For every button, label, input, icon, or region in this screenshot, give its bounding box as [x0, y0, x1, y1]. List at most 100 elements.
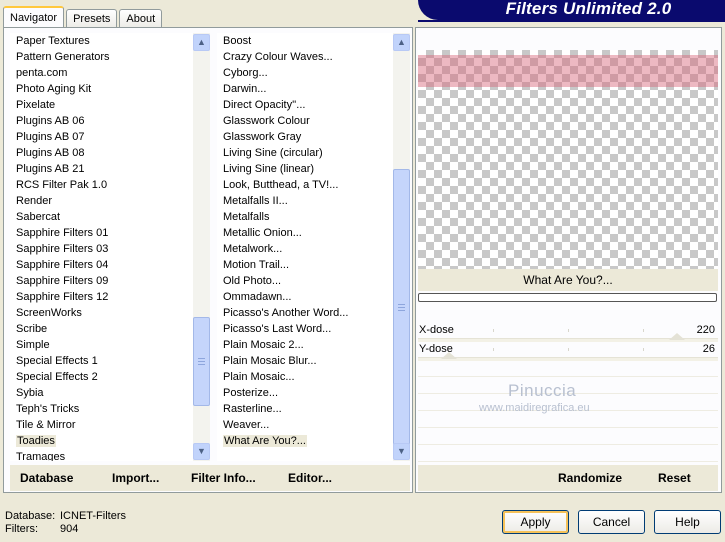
filter-item-label: Look, Butthead, a TV!...	[223, 179, 339, 191]
category-item[interactable]: Sybia	[10, 385, 192, 401]
filter-item[interactable]: Metalfalls II...	[217, 193, 392, 209]
filter-item-label: Old Photo...	[223, 275, 282, 287]
filter-item[interactable]: Living Sine (linear)	[217, 161, 392, 177]
watermark-name: Pinuccia	[508, 381, 577, 400]
category-item[interactable]: penta.com	[10, 65, 192, 81]
filter-item[interactable]: Look, Butthead, a TV!...	[217, 177, 392, 193]
slider-thumb[interactable]	[669, 333, 685, 340]
scroll-down-icon[interactable]: ▼	[193, 443, 210, 460]
category-item[interactable]: Plugins AB 07	[10, 129, 192, 145]
reset-button[interactable]: Reset	[658, 471, 691, 485]
filter-item[interactable]: Ommadawn...	[217, 289, 392, 305]
category-item[interactable]: Plugins AB 08	[10, 145, 192, 161]
help-button[interactable]: Help	[654, 510, 721, 534]
filter-item[interactable]: Living Sine (circular)	[217, 145, 392, 161]
filter-item[interactable]: Metallic Onion...	[217, 225, 392, 241]
filter-item[interactable]: Motion Trail...	[217, 257, 392, 273]
category-item-label: ScreenWorks	[16, 307, 82, 319]
filter-item-label: Picasso's Last Word...	[223, 323, 332, 335]
filter-item[interactable]: Old Photo...	[217, 273, 392, 289]
filter-items: Boost Crazy Colour Waves... Cyborg... Darwi…	[217, 33, 392, 449]
category-item[interactable]: Sapphire Filters 12	[10, 289, 192, 305]
filter-item[interactable]: Rasterline...	[217, 401, 392, 417]
category-item[interactable]: Sabercat	[10, 209, 192, 225]
category-item-label: Sapphire Filters 03	[16, 243, 109, 255]
category-item[interactable]: Scribe	[10, 321, 192, 337]
filter-item[interactable]: Glasswork Colour	[217, 113, 392, 129]
category-scrollbar[interactable]: ▲ ▼	[193, 33, 210, 461]
slider-thumb[interactable]	[441, 352, 457, 359]
tab-about[interactable]: About	[119, 9, 163, 28]
filter-item[interactable]: Crazy Colour Waves...	[217, 49, 392, 65]
category-item[interactable]: Sapphire Filters 09	[10, 273, 192, 289]
category-item[interactable]: Pattern Generators	[10, 49, 192, 65]
filter-item-label: Darwin...	[223, 83, 267, 95]
filter-item[interactable]: Plain Mosaic...	[217, 369, 392, 385]
category-item[interactable]: Sapphire Filters 03	[10, 241, 192, 257]
category-item[interactable]: Toadies	[10, 433, 192, 449]
filter-list[interactable]: Boost Crazy Colour Waves... Cyborg... Darwi…	[217, 33, 410, 461]
category-item[interactable]: Sapphire Filters 01	[10, 225, 192, 241]
category-item[interactable]: Plugins AB 06	[10, 113, 192, 129]
filter-item[interactable]: Darwin...	[217, 81, 392, 97]
filter-info-button[interactable]: Filter Info...	[191, 471, 256, 485]
filter-item[interactable]: Glasswork Gray	[217, 129, 392, 145]
filter-name-label: What Are You?...	[418, 269, 718, 291]
filter-item[interactable]: Plain Mosaic Blur...	[217, 353, 392, 369]
filter-item[interactable]: Direct Opacity''...	[217, 97, 392, 113]
category-item[interactable]: Tramages	[10, 449, 192, 461]
filter-item[interactable]: Metalwork...	[217, 241, 392, 257]
scroll-thumb[interactable]	[393, 169, 410, 445]
filter-item[interactable]: Weaver...	[217, 417, 392, 433]
category-item[interactable]: Sapphire Filters 04	[10, 257, 192, 273]
editor-button[interactable]: Editor...	[288, 471, 332, 485]
category-item[interactable]: ScreenWorks	[10, 305, 192, 321]
apply-button[interactable]: Apply	[502, 510, 569, 534]
scroll-up-icon[interactable]: ▲	[393, 34, 410, 51]
category-item-label: Photo Aging Kit	[16, 83, 92, 95]
category-item[interactable]: Pixelate	[10, 97, 192, 113]
category-item[interactable]: RCS Filter Pak 1.0	[10, 177, 192, 193]
filter-scrollbar[interactable]: ▲ ▼	[393, 33, 410, 461]
filters-info: Filters: 904	[5, 523, 78, 535]
cancel-button[interactable]: Cancel	[578, 510, 645, 534]
category-item[interactable]: Special Effects 2	[10, 369, 192, 385]
randomize-button[interactable]: Randomize	[558, 471, 622, 485]
filter-item[interactable]: Metalfalls	[217, 209, 392, 225]
category-item-label: Sapphire Filters 12	[16, 291, 109, 303]
category-item[interactable]: Plugins AB 21	[10, 161, 192, 177]
scroll-down-icon[interactable]: ▼	[393, 443, 410, 460]
category-list[interactable]: Paper Textures Pattern Generators penta.co…	[10, 33, 210, 461]
category-item-label: Paper Textures	[16, 35, 90, 47]
filter-item[interactable]: What Are You?...	[217, 433, 392, 449]
import-button[interactable]: Import...	[112, 471, 159, 485]
filter-item[interactable]: Boost	[217, 33, 392, 49]
category-item[interactable]: Paper Textures	[10, 33, 192, 49]
category-item[interactable]: Photo Aging Kit	[10, 81, 192, 97]
filter-item-label: Metalfalls	[223, 211, 270, 223]
category-item[interactable]: Teph's Tricks	[10, 401, 192, 417]
category-item[interactable]: Simple	[10, 337, 192, 353]
preview-image[interactable]	[418, 50, 718, 270]
filter-item[interactable]: Picasso's Another Word...	[217, 305, 392, 321]
filter-item-label: Direct Opacity''...	[223, 99, 306, 111]
filter-item[interactable]: Cyborg...	[217, 65, 392, 81]
category-item[interactable]: Render	[10, 193, 192, 209]
category-item[interactable]: Special Effects 1	[10, 353, 192, 369]
filter-item[interactable]: Plain Mosaic 2...	[217, 337, 392, 353]
tab-navigator[interactable]: Navigator	[3, 6, 65, 28]
scroll-thumb[interactable]	[193, 317, 210, 406]
slider-tick	[568, 348, 569, 351]
navigator-panel: Paper Textures Pattern Generators penta.co…	[3, 27, 413, 493]
tab-presets[interactable]: Presets	[66, 9, 118, 28]
filter-item[interactable]: Picasso's Last Word...	[217, 321, 392, 337]
filter-item[interactable]: Posterize...	[217, 385, 392, 401]
category-item-label: Plugins AB 06	[16, 115, 85, 127]
banner-title: Filters Unlimited 2.0	[505, 0, 672, 18]
database-button[interactable]: Database	[20, 471, 73, 485]
category-item-label: Sapphire Filters 04	[16, 259, 109, 271]
scroll-up-icon[interactable]: ▲	[193, 34, 210, 51]
category-item[interactable]: Tile & Mirror	[10, 417, 192, 433]
category-item-label: penta.com	[16, 67, 68, 79]
preview-button-bar: Randomize Reset	[418, 465, 718, 491]
